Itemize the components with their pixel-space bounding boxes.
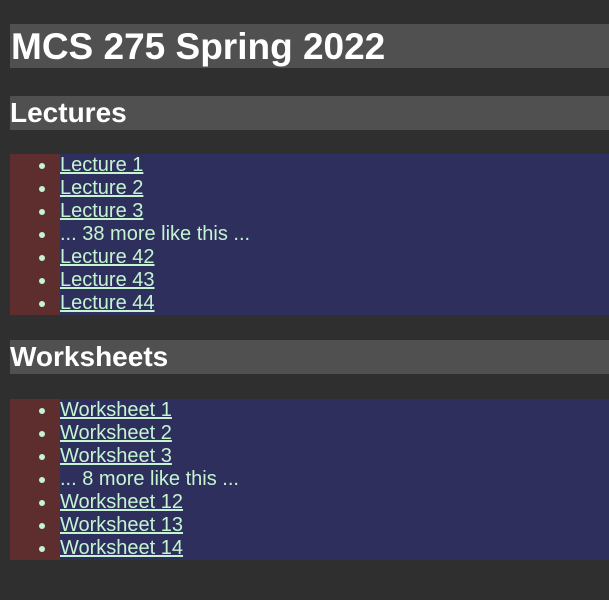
bullet-icon xyxy=(39,477,45,483)
list-item: Worksheet 1 xyxy=(39,399,609,422)
page-title: MCS 275 Spring 2022 xyxy=(10,24,609,68)
worksheet-link[interactable]: Worksheet 3 xyxy=(60,445,172,467)
lecture-link[interactable]: Lecture 42 xyxy=(60,246,155,268)
bullet-icon xyxy=(39,523,45,529)
bullet-icon xyxy=(39,209,45,215)
bullet-icon xyxy=(39,186,45,192)
list-item: Lecture 43 xyxy=(39,269,609,292)
list-item: Lecture 44 xyxy=(39,292,609,315)
worksheets-list: Worksheet 1 Worksheet 2 Worksheet 3 ... … xyxy=(10,399,609,560)
list-item: Lecture 1 xyxy=(39,154,609,177)
bullet-icon xyxy=(39,431,45,437)
bullet-icon xyxy=(39,301,45,307)
list-item: Lecture 3 xyxy=(39,200,609,223)
bullet-icon xyxy=(39,278,45,284)
lectures-list: Lecture 1 Lecture 2 Lecture 3 ... 38 mor… xyxy=(10,154,609,315)
worksheet-link[interactable]: Worksheet 14 xyxy=(60,537,183,559)
list-item: ... 8 more like this ... xyxy=(39,468,609,491)
list-item: Lecture 42 xyxy=(39,246,609,269)
worksheet-link[interactable]: Worksheet 1 xyxy=(60,399,172,421)
bullet-icon xyxy=(39,232,45,238)
list-item: ... 38 more like this ... xyxy=(39,223,609,246)
bullet-icon xyxy=(39,408,45,414)
more-items-note: ... 8 more like this ... xyxy=(60,468,239,490)
worksheets-heading: Worksheets xyxy=(10,340,609,374)
worksheet-link[interactable]: Worksheet 2 xyxy=(60,422,172,444)
worksheet-link[interactable]: Worksheet 12 xyxy=(60,491,183,513)
page: MCS 275 Spring 2022 Lectures Lecture 1 L… xyxy=(0,24,609,560)
list-item: Worksheet 3 xyxy=(39,445,609,468)
lecture-link[interactable]: Lecture 3 xyxy=(60,200,143,222)
list-item: Lecture 2 xyxy=(39,177,609,200)
lectures-heading: Lectures xyxy=(10,96,609,130)
list-item: Worksheet 13 xyxy=(39,514,609,537)
more-items-note: ... 38 more like this ... xyxy=(60,223,251,245)
list-item: Worksheet 14 xyxy=(39,537,609,560)
lecture-link[interactable]: Lecture 44 xyxy=(60,292,155,314)
list-item: Worksheet 2 xyxy=(39,422,609,445)
lecture-link[interactable]: Lecture 43 xyxy=(60,269,155,291)
bullet-icon xyxy=(39,163,45,169)
bullet-icon xyxy=(39,255,45,261)
worksheet-link[interactable]: Worksheet 13 xyxy=(60,514,183,536)
bullet-icon xyxy=(39,546,45,552)
bullet-icon xyxy=(39,454,45,460)
bullet-icon xyxy=(39,500,45,506)
lecture-link[interactable]: Lecture 2 xyxy=(60,177,143,199)
list-item: Worksheet 12 xyxy=(39,491,609,514)
lecture-link[interactable]: Lecture 1 xyxy=(60,154,143,176)
